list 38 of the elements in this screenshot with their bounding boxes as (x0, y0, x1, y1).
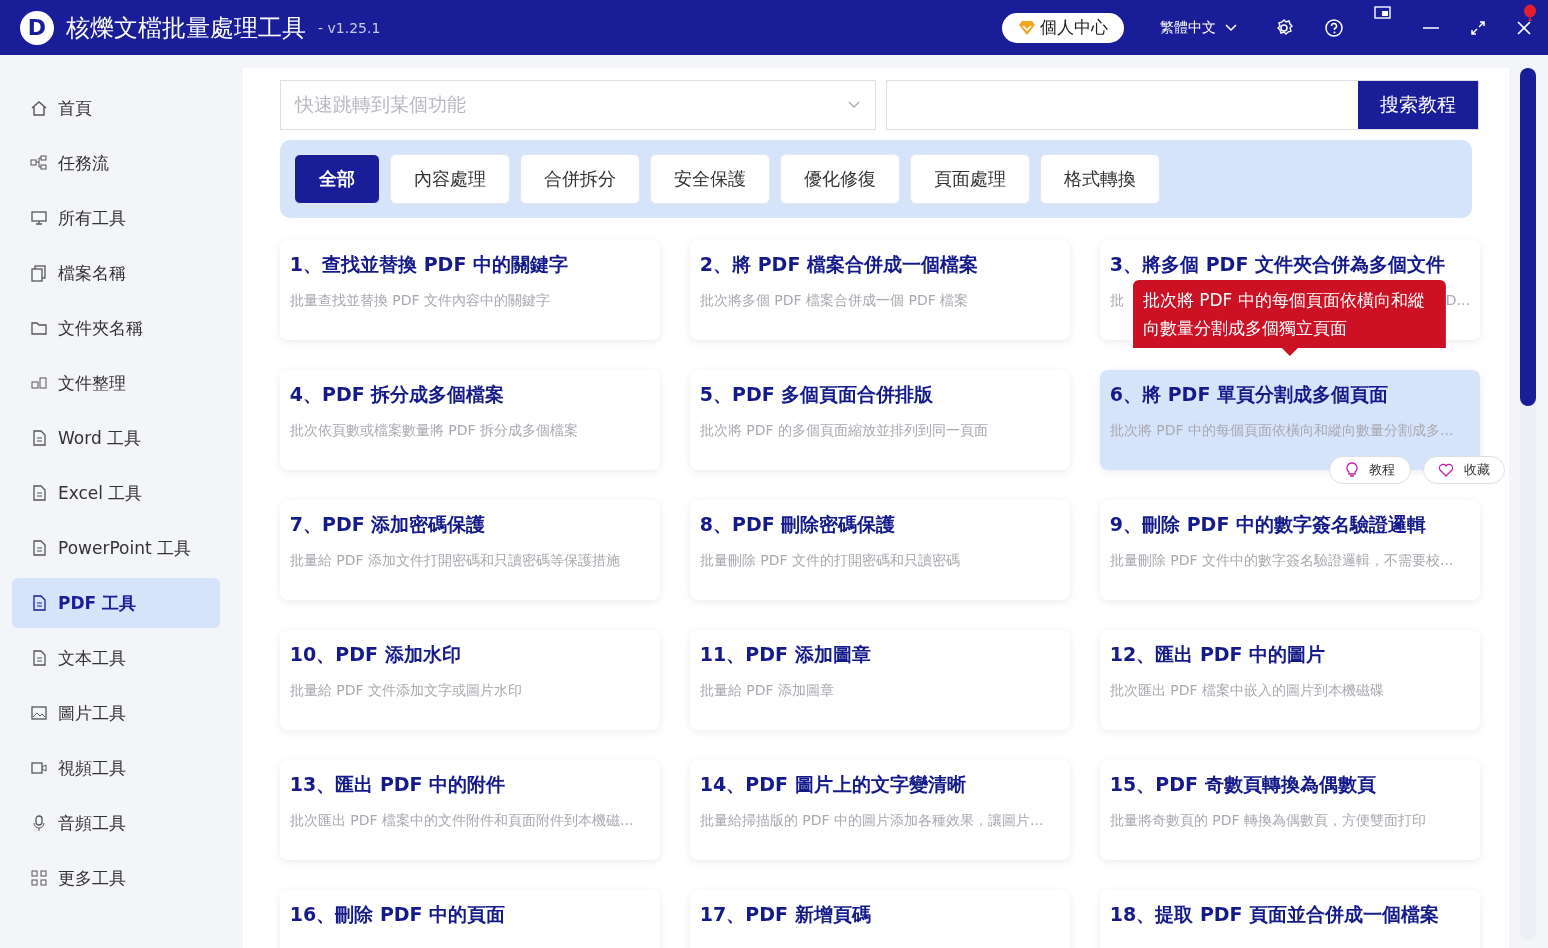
card-title: 1、查找並替換 PDF 中的關鍵字 (289, 252, 569, 277)
card-description: 批次將多個 PDF 檔案合併成一個 PDF 檔案 (699, 292, 969, 310)
card-title: 3、將多個 PDF 文件夾合併為多個文件 (1109, 252, 1446, 277)
card-description: 批量刪除 PDF 文件中的數字簽名驗證邏輯，不需要校... (1109, 552, 1454, 570)
app-title: 核爍文檔批量處理工具 (66, 12, 306, 44)
card-title: 2、將 PDF 檔案合併成一個檔案 (699, 252, 979, 277)
card-title: 17、PDF 新增頁碼 (699, 902, 872, 927)
card-description: D... (1445, 292, 1470, 310)
card-description: 批量給 PDF 文件添加文字或圖片水印 (289, 682, 523, 700)
card-title: 6、將 PDF 單頁分割成多個頁面 (1109, 382, 1389, 407)
card-description: 批次將 PDF 中的每個頁面依橫向和縱向數量分割成多... (1109, 422, 1454, 440)
card-description: 批次將 PDF 的多個頁面縮放並排列到同一頁面 (699, 422, 989, 440)
app-logo: D (20, 10, 54, 45)
card-description: 批次匯出 PDF 檔案中嵌入的圖片到本機磁碟 (1109, 682, 1385, 700)
card-title: 14、PDF 圖片上的文字變清晰 (699, 772, 967, 797)
card-description: 批 (1109, 292, 1124, 310)
card-description: 批量給 PDF 添加文件打開密碼和只讀密碼等保護措施 (289, 552, 621, 570)
card-title: 12、匯出 PDF 中的圖片 (1109, 642, 1327, 667)
card-title: 15、PDF 奇數頁轉換為偶數頁 (1109, 772, 1377, 797)
card-description: 批次匯出 PDF 檔案中的文件附件和頁面附件到本機磁... (289, 812, 634, 830)
card-title: 16、刪除 PDF 中的頁面 (289, 902, 507, 927)
card-title: 8、PDF 刪除密碼保護 (699, 512, 897, 537)
card-description: 批量查找並替換 PDF 文件內容中的關鍵字 (289, 292, 551, 310)
card-title: 4、PDF 拆分成多個檔案 (289, 382, 506, 407)
card-title: 11、PDF 添加圖章 (699, 642, 872, 667)
card-description: 批量刪除 PDF 文件的打開密碼和只讀密碼 (699, 552, 961, 570)
card-title: 7、PDF 添加密碼保護 (289, 512, 487, 537)
card-title: 9、刪除 PDF 中的數字簽名驗證邏輯 (1109, 512, 1427, 537)
card-title: 5、PDF 多個頁面合併排版 (699, 382, 935, 407)
tooltip: 批次將 PDF 中的每個頁面依橫向和縱向數量分割成多個獨立頁面 (1132, 280, 1446, 356)
app-version: - v1.25.1 (318, 19, 381, 36)
card-description: 批量給 PDF 添加圖章 (699, 682, 835, 700)
card-title: 13、匯出 PDF 中的附件 (289, 772, 507, 797)
card-description: 批量將奇數頁的 PDF 轉換為偶數頁，方便雙面打印 (1109, 812, 1427, 830)
card-description: 批次依頁數或檔案數量將 PDF 拆分成多個檔案 (289, 422, 579, 440)
card-title: 18、提取 PDF 頁面並合併成一個檔案 (1109, 902, 1441, 927)
card-title: 10、PDF 添加水印 (289, 642, 462, 667)
card-description: 批量給掃描版的 PDF 中的圖片添加各種效果，讓圖片... (699, 812, 1044, 830)
